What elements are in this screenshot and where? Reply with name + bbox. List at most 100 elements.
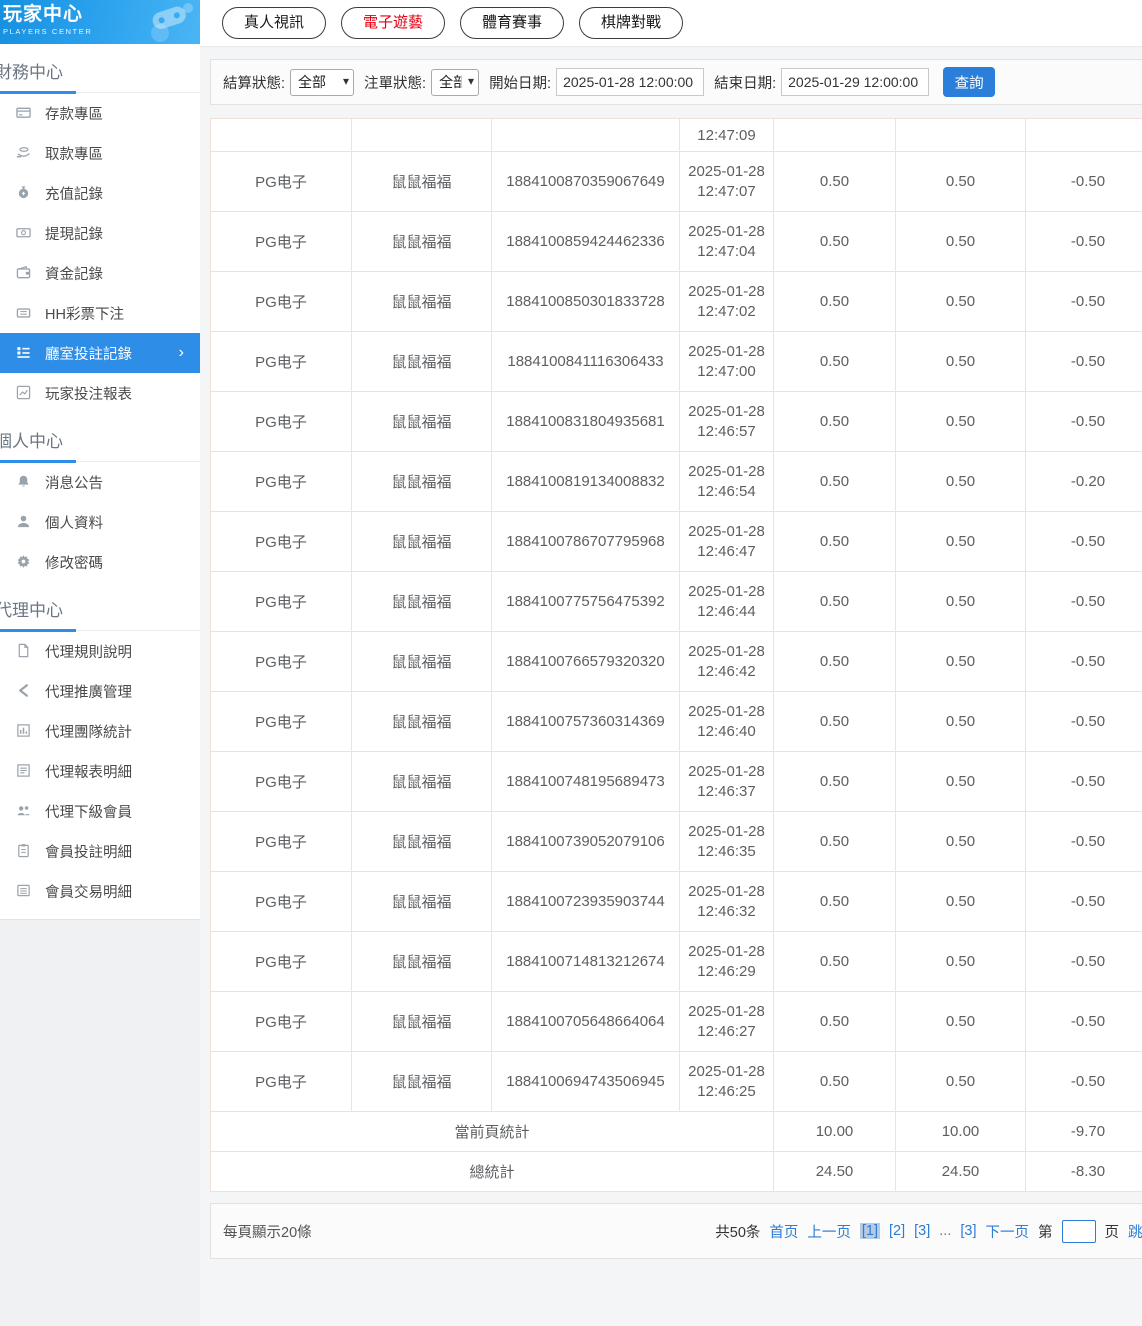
category-tab[interactable]: 棋牌對戰: [579, 7, 684, 39]
table-row: PG电子 鼠鼠福福 1884100739052079106 2025-01-28…: [210, 811, 1142, 872]
query-button[interactable]: 查詢: [943, 67, 996, 97]
order-no-cell: 1884100819134008832: [491, 451, 680, 512]
time-cell: 2025-01-28 12:46:27: [679, 991, 774, 1052]
category-tab[interactable]: 體育賽事: [460, 7, 565, 39]
provider-cell: PG电子: [210, 751, 352, 812]
time-cell: 2025-01-28 12:46:54: [679, 451, 774, 512]
sidebar-item[interactable]: 代理推廣管理: [0, 671, 200, 711]
sidebar-item[interactable]: 存款專區: [0, 93, 200, 133]
table-row: PG电子 鼠鼠福福 1884100714813212674 2025-01-28…: [210, 931, 1142, 992]
total-summary-win-loss: -8.30: [1025, 1151, 1142, 1192]
share-icon: [16, 683, 32, 699]
sidebar-item[interactable]: 消息公告: [0, 462, 200, 502]
sidebar-section: 個人中心 消息公告 個人資料 修改密碼: [0, 413, 200, 582]
time-cell: 2025-01-28 12:47:00: [679, 331, 774, 392]
logo: 玩家中心 PLAYERS CENTER: [0, 0, 200, 44]
game-cell: 鼠鼠福福: [351, 631, 492, 692]
page-link[interactable]: [3]: [914, 1223, 930, 1239]
bet-cell: 0.50: [773, 871, 896, 932]
bet-records-icon: [16, 345, 32, 361]
sidebar-item[interactable]: 資金記錄: [0, 253, 200, 293]
time-cell: 2025-01-28 12:46:57: [679, 391, 774, 452]
start-date-input[interactable]: [556, 68, 705, 96]
deposit-card-icon: [16, 105, 32, 121]
sidebar-item[interactable]: 個人資料: [0, 502, 200, 542]
sidebar-item[interactable]: 代理下級會員: [0, 791, 200, 831]
time-cell: 2025-01-28 12:47:02: [679, 271, 774, 332]
table-row: PG电子 鼠鼠福福 1884100694743506945 2025-01-28…: [210, 1051, 1142, 1112]
sidebar-item[interactable]: 充值記錄: [0, 173, 200, 213]
valid-bet-cell: 0.50: [895, 631, 1026, 692]
time-cell: 2025-01-28 12:46:32: [679, 871, 774, 932]
prev-page-link[interactable]: 上一页: [807, 1221, 851, 1242]
bet-cell: 0.50: [773, 451, 896, 512]
table-row: PG电子 鼠鼠福福 1884100723935903744 2025-01-28…: [210, 871, 1142, 932]
sidebar-item[interactable]: 玩家投注報表: [0, 373, 200, 413]
win-loss-cell: -0.50: [1025, 691, 1142, 752]
sidebar-item[interactable]: 廳室投註記錄 ›: [0, 333, 200, 373]
game-cell: 鼠鼠福福: [351, 271, 492, 332]
table-row: PG电子 鼠鼠福福 1884100775756475392 2025-01-28…: [210, 571, 1142, 632]
game-cell: 鼠鼠福福: [351, 391, 492, 452]
next-page-link[interactable]: 下一页: [986, 1221, 1030, 1242]
sidebar-item[interactable]: 代理規則說明: [0, 631, 200, 671]
bet-cell: 0.50: [773, 571, 896, 632]
table-row: PG电子 鼠鼠福福 1884100748195689473 2025-01-28…: [210, 751, 1142, 812]
valid-bet-cell: 0.50: [895, 451, 1026, 512]
provider-cell: PG电子: [210, 331, 352, 392]
page-jump-input[interactable]: [1061, 1219, 1096, 1243]
start-date-label: 開始日期:: [489, 75, 552, 92]
current-page[interactable]: [1]: [859, 1223, 881, 1239]
bet-records-table: 12:47:09 PG电子 鼠鼠福福 1884100870359067649 2…: [210, 118, 1142, 1192]
category-tab[interactable]: 真人視訊: [222, 7, 327, 39]
win-loss-cell: -0.50: [1025, 931, 1142, 992]
provider-cell: PG电子: [210, 691, 352, 752]
order-no-cell: 1884100859424462336: [491, 211, 680, 272]
settle-status-select[interactable]: 全部: [290, 68, 355, 96]
chevron-right-icon: ›: [178, 344, 184, 361]
bet-cell: 0.50: [773, 331, 896, 392]
sidebar-item[interactable]: 會員投註明細: [0, 831, 200, 871]
bet-cell: 0.50: [773, 271, 896, 332]
sidebar-section-title: 代理中心: [0, 582, 200, 632]
sidebar-item[interactable]: 修改密碼: [0, 542, 200, 582]
win-loss-cell: -0.50: [1025, 571, 1142, 632]
sidebar-item[interactable]: 代理報表明細: [0, 751, 200, 791]
win-loss-cell: -0.50: [1025, 751, 1142, 812]
page-summary-win-loss: -9.70: [1025, 1111, 1142, 1152]
time-cell: 2025-01-28 12:46:47: [679, 511, 774, 572]
order-no-cell: 1884100714813212674: [491, 931, 680, 992]
total-summary-row: 總統計 24.50 24.50 -8.30: [210, 1151, 1142, 1192]
bet-cell: 0.50: [773, 811, 896, 872]
win-loss-cell: -0.50: [1025, 1051, 1142, 1112]
page-link[interactable]: [3]: [960, 1223, 976, 1239]
order-no-cell: 1884100786707795968: [491, 511, 680, 572]
order-status-select[interactable]: 全部: [431, 68, 480, 96]
sidebar-item[interactable]: 取款專區: [0, 133, 200, 173]
provider-cell: PG电子: [210, 871, 352, 932]
page-size-text: 每頁顯示20條: [223, 1224, 312, 1241]
provider-cell: PG电子: [210, 511, 352, 572]
bet-cell: 0.50: [773, 931, 896, 992]
table-row: PG电子 鼠鼠福福 1884100705648664064 2025-01-28…: [210, 991, 1142, 1052]
end-date-input[interactable]: [781, 68, 930, 96]
page-link[interactable]: [2]: [889, 1223, 905, 1239]
jump-link[interactable]: 跳转: [1128, 1221, 1142, 1242]
total-count: 共50条: [715, 1224, 761, 1241]
sidebar-item[interactable]: 提現記錄: [0, 213, 200, 253]
user-icon: [16, 514, 32, 530]
table-row: PG电子 鼠鼠福福 1884100850301833728 2025-01-28…: [210, 271, 1142, 332]
game-cell: 鼠鼠福福: [351, 811, 492, 872]
provider-cell: PG电子: [210, 211, 352, 272]
sidebar-item[interactable]: HH彩票下注: [0, 293, 200, 333]
first-page-link[interactable]: 首页: [769, 1221, 798, 1242]
time-cell: 2025-01-28 12:46:35: [679, 811, 774, 872]
table-row: PG电子 鼠鼠福福 1884100831804935681 2025-01-28…: [210, 391, 1142, 452]
sidebar-item[interactable]: 會員交易明細: [0, 871, 200, 911]
provider-cell: PG电子: [210, 451, 352, 512]
category-tab[interactable]: 電子遊藝: [341, 7, 446, 39]
win-loss-cell: -0.50: [1025, 331, 1142, 392]
funds-wallet-icon: [16, 265, 32, 281]
sidebar-item[interactable]: 代理團隊統計: [0, 711, 200, 751]
settle-status-select-wrap: 全部: [290, 68, 355, 96]
